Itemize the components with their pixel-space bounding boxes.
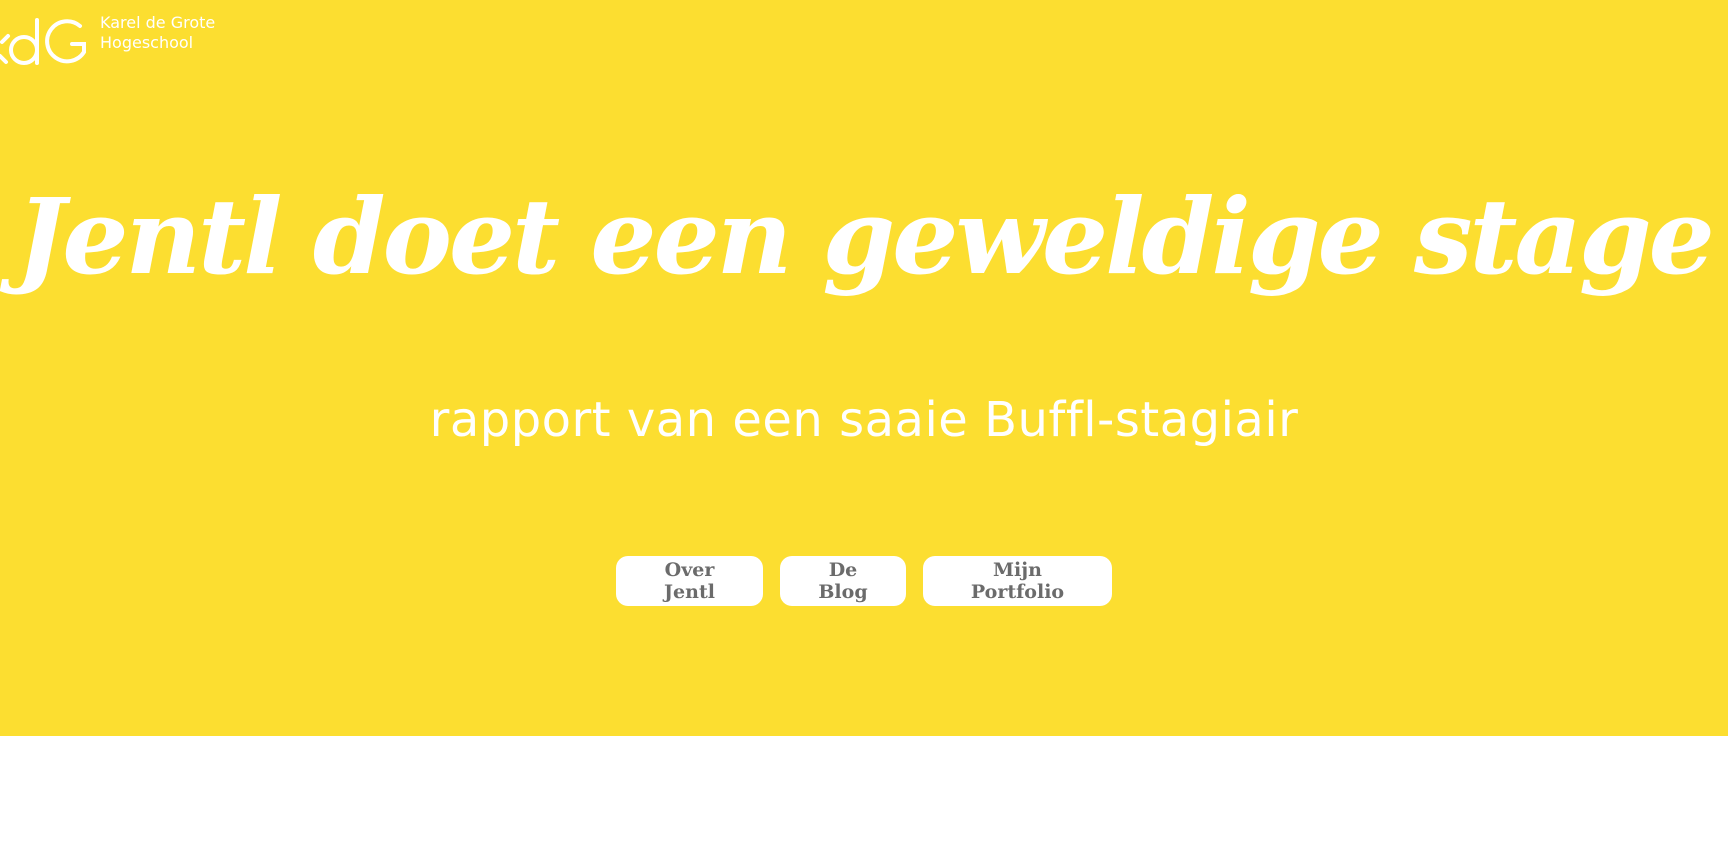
hero-nav: Over Jentl De Blog Mijn Portfolio [0, 556, 1728, 606]
hero-title: Jentl doet een geweldige stage [16, 175, 1715, 298]
kdg-logo-mark-icon [0, 18, 86, 65]
logo-line-1: Karel de Grote [100, 13, 216, 32]
logo-text: Karel de Grote Hogeschool [100, 13, 215, 53]
de-blog-button[interactable]: De Blog [780, 556, 906, 606]
logo-line-2: Hogeschool [100, 33, 194, 52]
over-jentl-button[interactable]: Over Jentl [616, 556, 763, 606]
hero-section: Karel de Grote Hogeschool Jentl doet een… [0, 0, 1728, 736]
hero-subtitle: rapport van een saaie Buffl-stagiair [429, 392, 1299, 448]
kdg-logo[interactable]: Karel de Grote Hogeschool [0, 10, 215, 70]
mijn-portfolio-button[interactable]: Mijn Portfolio [923, 556, 1112, 606]
